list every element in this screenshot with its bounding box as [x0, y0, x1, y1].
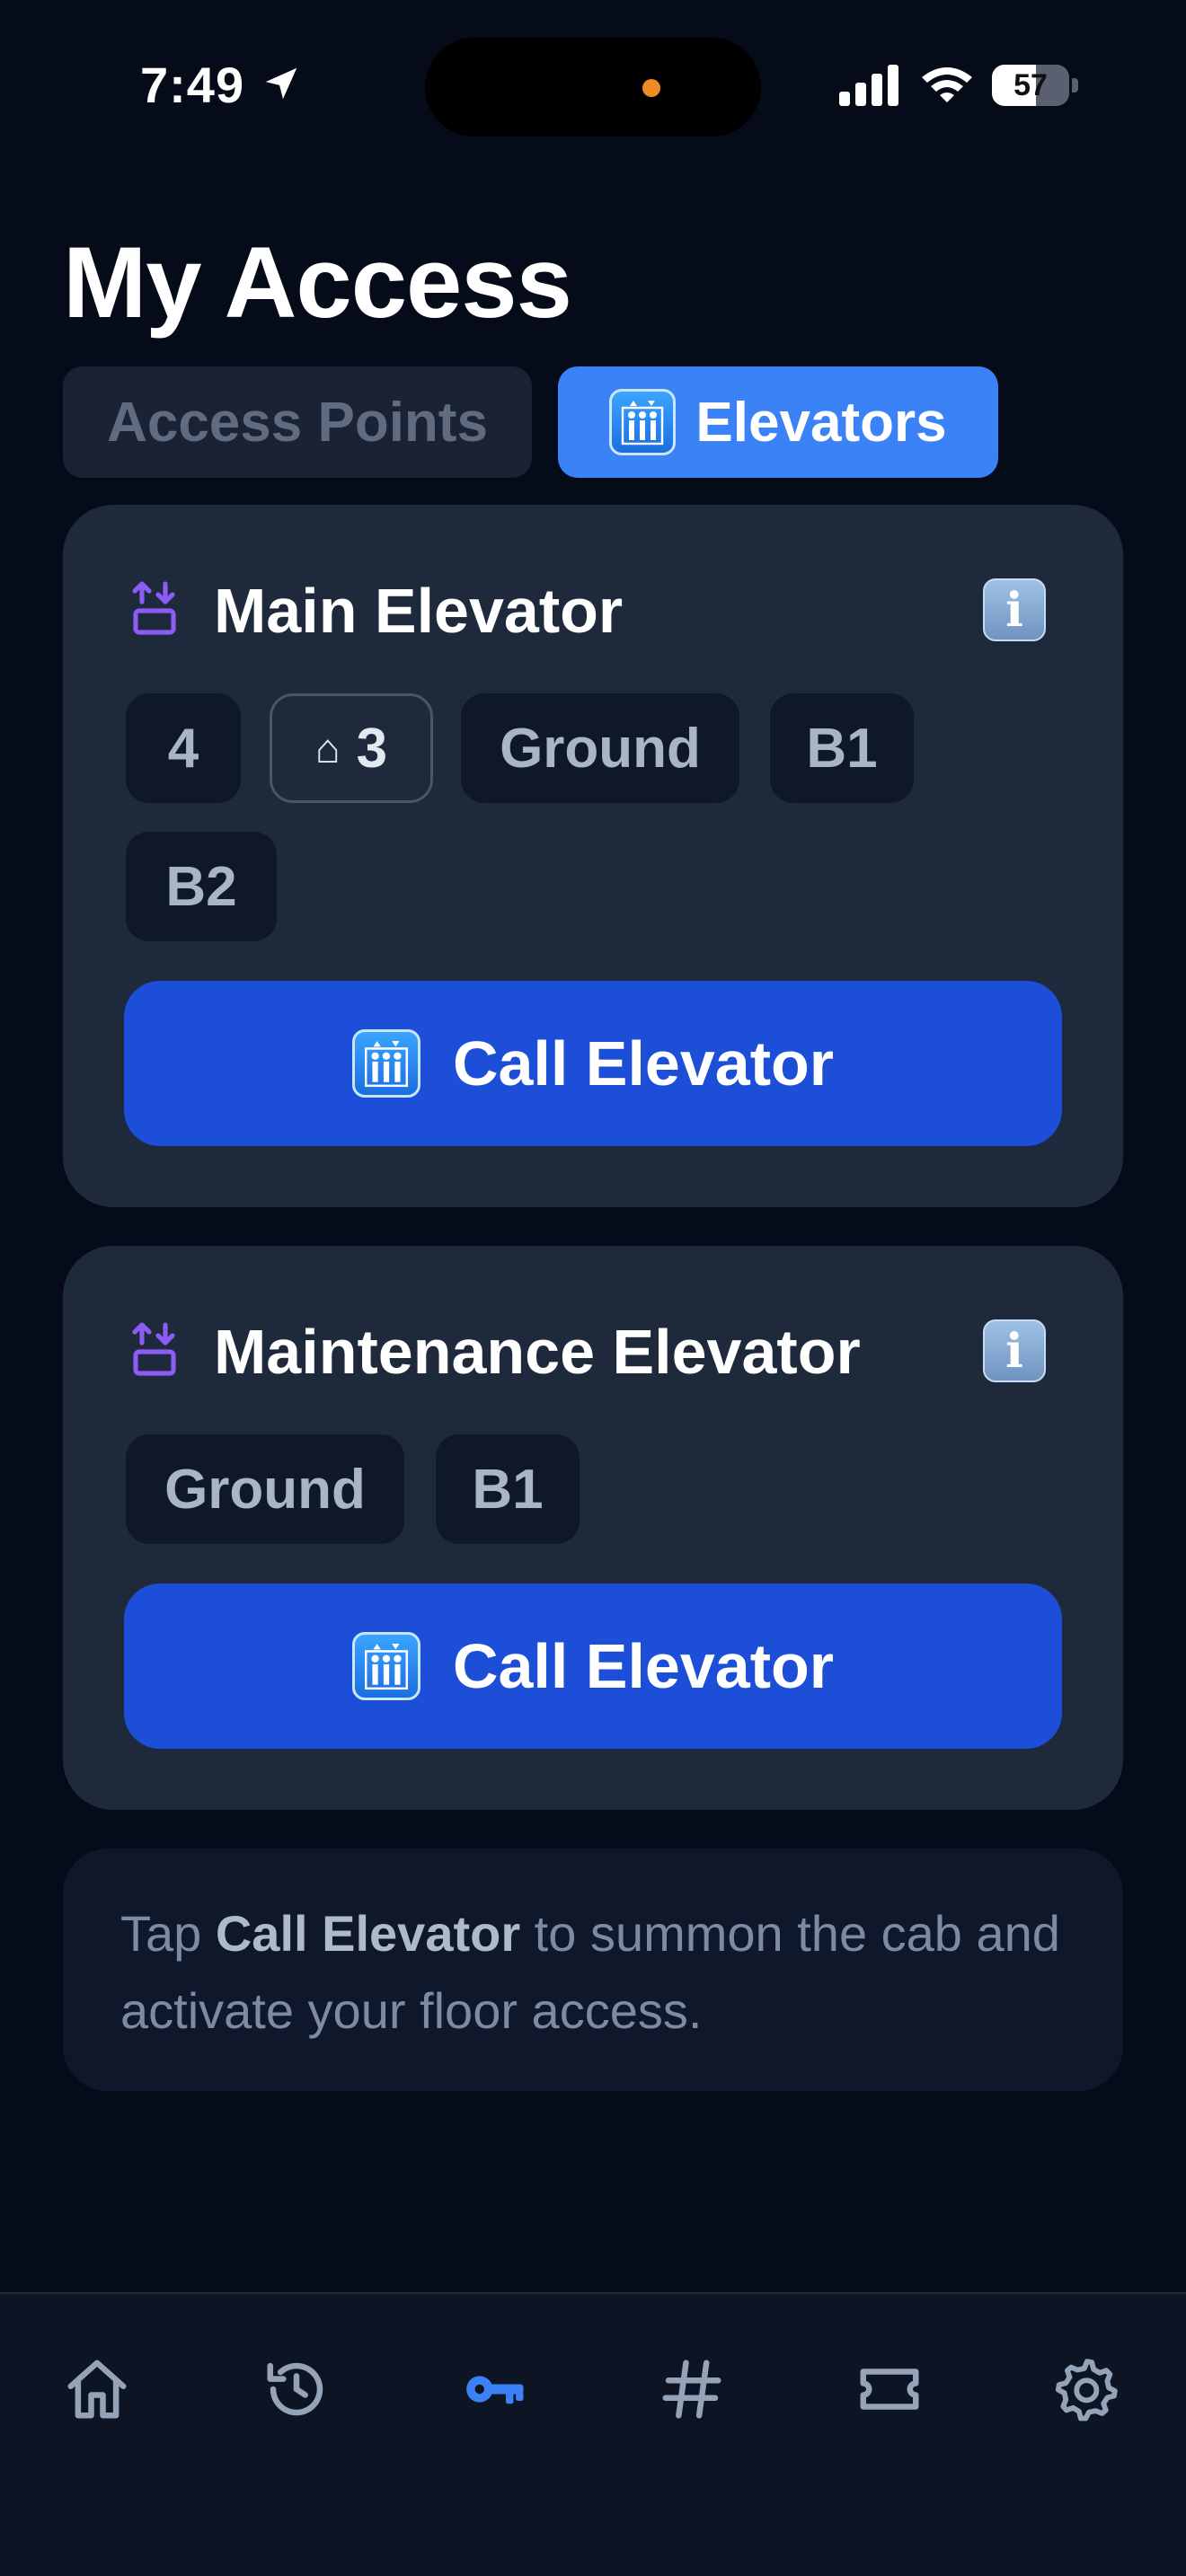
elevator-card-main: Main Elevator i 4 ⌂ 3 Ground B1 B2 Call … [63, 505, 1123, 1207]
signal-icon [839, 65, 898, 106]
info-icon[interactable]: i [983, 1319, 1046, 1382]
nav-history[interactable] [253, 2346, 340, 2432]
hint-prefix: Tap [120, 1905, 216, 1962]
tab-label: Access Points [107, 391, 488, 454]
key-icon [466, 2376, 524, 2404]
home-icon: ⌂ [314, 725, 341, 772]
floor-chip-b1[interactable]: B1 [770, 693, 914, 803]
nav-home[interactable] [54, 2346, 140, 2432]
home-icon [67, 2360, 127, 2419]
dynamic-island [425, 38, 761, 137]
app-screen: 7:49 57 My Access Access Points Elevator… [0, 0, 1186, 2576]
floor-chip-ground[interactable]: Ground [461, 693, 739, 803]
floor-label: B1 [806, 717, 878, 780]
status-time: 7:49 [140, 57, 245, 113]
info-icon[interactable]: i [983, 578, 1046, 641]
tab-elevators[interactable]: Elevators [558, 366, 998, 478]
wifi-icon [922, 67, 972, 102]
elevator-card-header: Main Elevator i [63, 505, 1123, 666]
up-down-arrows-icon [132, 1322, 176, 1376]
status-bar: 7:49 57 [0, 0, 1186, 171]
hint-text: Tap Call Elevator to summon the cab and … [63, 1848, 1123, 2091]
nav-hash[interactable] [649, 2346, 735, 2432]
location-arrow-icon [265, 67, 297, 100]
up-down-arrows-icon [132, 581, 176, 635]
elevator-card-maintenance: Maintenance Elevator i Ground B1 Call El… [63, 1246, 1123, 1810]
hint-bold: Call Elevator [215, 1905, 521, 1962]
floor-chip-4[interactable]: 4 [126, 693, 241, 803]
page-title: My Access [63, 226, 572, 339]
hash-icon [662, 2360, 721, 2419]
floor-chip-b1[interactable]: B1 [436, 1434, 580, 1544]
floor-label: Ground [500, 717, 701, 780]
floor-label: 3 [356, 717, 388, 780]
call-button-label: Call Elevator [452, 1631, 835, 1701]
floor-chip-b2[interactable]: B2 [126, 832, 277, 941]
call-elevator-button[interactable]: Call Elevator [124, 981, 1062, 1146]
privacy-indicator [642, 79, 660, 97]
elevator-icon [351, 1632, 420, 1700]
call-button-label: Call Elevator [452, 1028, 835, 1098]
elevator-icon [609, 389, 677, 455]
tab-label: Elevators [695, 391, 947, 454]
floor-label: 4 [167, 717, 199, 780]
floor-label: B1 [472, 1458, 544, 1521]
bottom-nav [0, 2292, 1186, 2576]
tab-access-points[interactable]: Access Points [63, 366, 532, 478]
elevator-name: Maintenance Elevator [214, 1317, 861, 1387]
gear-icon [1055, 2359, 1118, 2422]
nav-key[interactable] [451, 2346, 537, 2432]
call-elevator-button[interactable]: Call Elevator [124, 1584, 1062, 1749]
floor-label: Ground [164, 1458, 366, 1521]
floor-label: B2 [165, 855, 237, 918]
battery-level: 57 [1013, 68, 1048, 102]
floor-chip-3-current[interactable]: ⌂ 3 [270, 693, 433, 803]
floor-chip-ground[interactable]: Ground [126, 1434, 404, 1544]
nav-ticket[interactable] [846, 2346, 933, 2432]
nav-settings[interactable] [1044, 2346, 1130, 2432]
elevator-name: Main Elevator [214, 576, 624, 646]
elevator-card-header: Maintenance Elevator i [63, 1246, 1123, 1407]
history-icon [267, 2362, 323, 2416]
battery-icon: 57 [992, 65, 1078, 106]
ticket-icon [860, 2369, 919, 2410]
elevator-icon [351, 1029, 420, 1098]
